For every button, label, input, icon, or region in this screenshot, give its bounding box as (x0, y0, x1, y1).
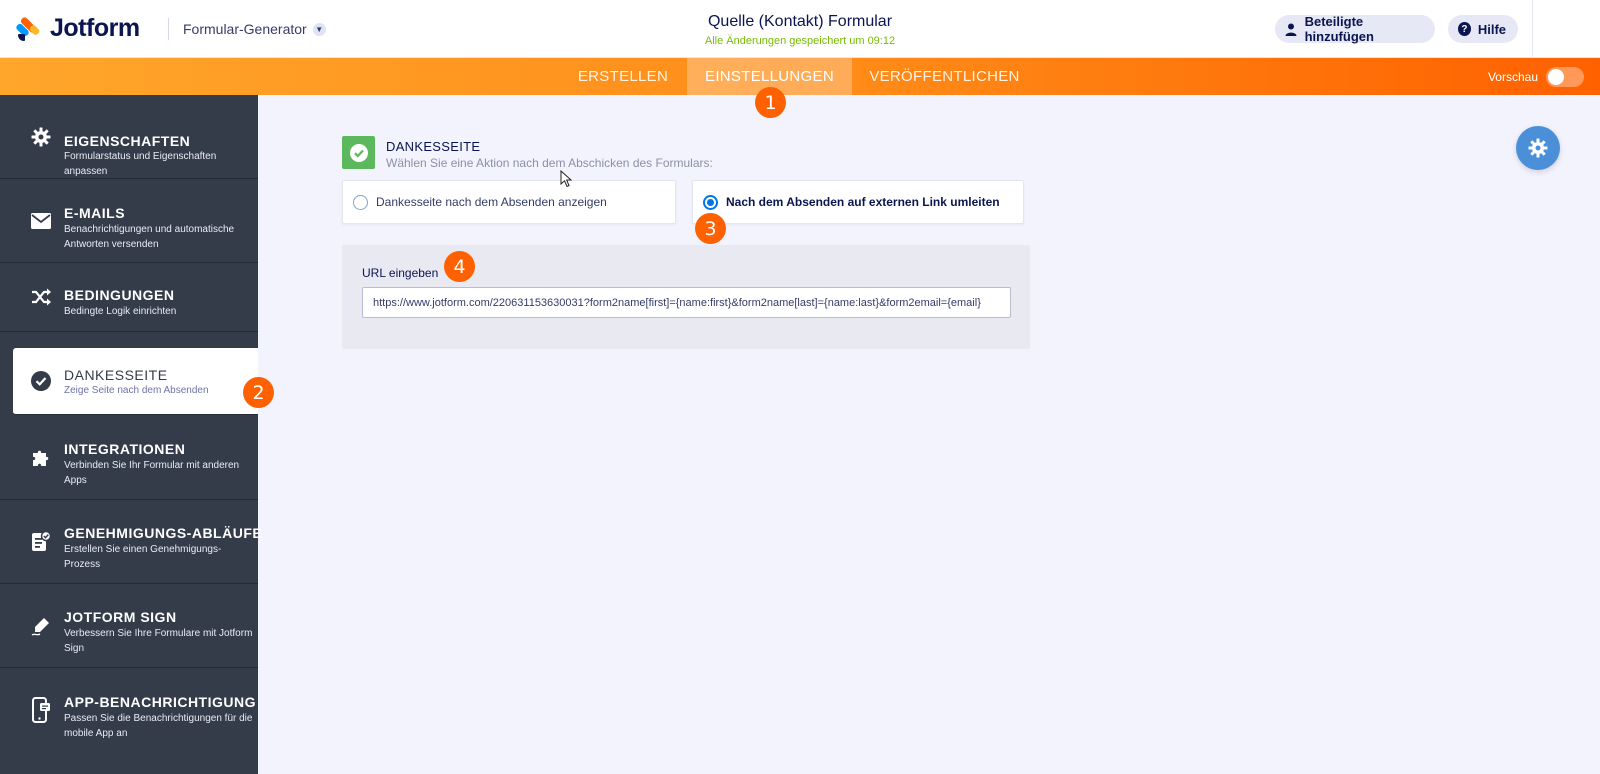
user-icon (1285, 22, 1298, 36)
sidebar-item-title: GENEHMIGUNGS-ABLÄUFE (64, 525, 263, 541)
step-badge-3: 3 (695, 213, 726, 244)
puzzle-icon (30, 447, 52, 469)
radio-redirect-external-link[interactable] (703, 194, 718, 210)
jotform-logo[interactable]: Jotform (15, 14, 140, 43)
form-title[interactable]: Quelle (Kontakt) Formular (600, 13, 1000, 31)
settings-gear-button[interactable] (1516, 126, 1560, 170)
sidebar-item-desc: Benachrichtigungen und automatische Antw… (64, 224, 235, 250)
sidebar-item-approvals[interactable]: GENEHMIGUNGS-ABLÄUFE Erstellen Sie einen… (0, 500, 262, 584)
phone-icon (30, 697, 52, 723)
add-participants-label: Beteiligte hinzufügen (1304, 14, 1374, 44)
section-title: DANKESSEITE (386, 139, 481, 154)
chevron-down-icon: ▼ (312, 22, 326, 36)
sidebar-item-desc: Zeige Seite nach dem Absenden (64, 385, 209, 396)
header-right-divider (1532, 0, 1533, 58)
sidebar-item-title: EIGENSCHAFTEN (64, 133, 191, 149)
gear-icon (30, 126, 52, 148)
sidebar-item-conditions[interactable]: BEDINGUNGEN Bedingte Logik einrichten (0, 263, 258, 332)
sidebar-item-app-notifications[interactable]: APP-BENACHRICHTIGUNG Passen Sie die Bena… (0, 668, 258, 752)
mouse-cursor-icon (560, 170, 572, 188)
check-circle-icon (30, 370, 52, 392)
option-redirect-external-link[interactable]: Nach dem Absenden auf externen Link umle… (692, 180, 1024, 224)
option-label: Nach dem Absenden auf externen Link umle… (726, 195, 1000, 209)
sidebar-item-properties[interactable]: EIGENSCHAFTEN Formularstatus und Eigensc… (0, 95, 258, 179)
thankyou-section-icon (342, 136, 375, 169)
sidebar-item-title: INTEGRATIONEN (64, 441, 186, 457)
section-subtitle: Wählen Sie eine Aktion nach dem Abschick… (386, 156, 713, 170)
tab-publish[interactable]: VERÖFFENTLICHEN (852, 58, 1037, 95)
option-label: Dankesseite nach dem Absenden anzeigen (376, 195, 607, 209)
sidebar-item-desc: Formularstatus und Eigenschaften anpasse… (64, 151, 217, 177)
preview-toggle-group: Vorschau (1488, 58, 1584, 95)
url-input[interactable]: https://www.jotform.com/220631153630031?… (362, 287, 1011, 318)
preview-toggle[interactable] (1546, 66, 1584, 87)
sidebar-item-thankyou[interactable]: DANKESSEITE Zeige Seite nach dem Absende… (13, 348, 258, 415)
sidebar-item-jotform-sign[interactable]: JOTFORM SIGN Verbessern Sie Ihre Formula… (0, 584, 258, 668)
help-label: Hilfe (1477, 21, 1506, 37)
sidebar-item-desc: Verbessern Sie Ihre Formulare mit Jotfor… (64, 628, 253, 654)
sidebar-item-desc: Bedingte Logik einrichten (64, 306, 177, 317)
settings-sidebar: EIGENSCHAFTEN Formularstatus und Eigensc… (0, 95, 262, 774)
shuffle-icon (30, 286, 52, 308)
builder-nav: ERSTELLEN EINSTELLUNGEN VERÖFFENTLICHEN … (0, 58, 1600, 95)
add-participants-button[interactable]: Beteiligte hinzufügen (1275, 14, 1435, 44)
sidebar-item-emails[interactable]: E-MAILS Benachrichtigungen und automatis… (0, 179, 258, 263)
preview-label: Vorschau (1487, 69, 1538, 84)
step-badge-1: 1 (755, 87, 786, 118)
jotform-logo-icon (15, 15, 42, 43)
sidebar-item-desc: Verbinden Sie Ihr Formular mit anderen A… (64, 460, 240, 486)
step-badge-4: 4 (444, 251, 475, 282)
sidebar-item-title: DANKESSEITE (64, 367, 168, 383)
radio-show-thankyou-page[interactable] (353, 194, 368, 210)
save-status: Alle Änderungen gespeichert um 09:12 (704, 35, 896, 47)
sidebar-item-integrations[interactable]: INTEGRATIONEN Verbinden Sie Ihr Formular… (0, 416, 258, 500)
help-button[interactable]: ? Hilfe (1448, 15, 1518, 43)
logo-text: Jotform (50, 14, 140, 42)
pen-icon (30, 615, 52, 637)
header-divider (168, 18, 169, 40)
top-header: Jotform Formular-Generator ▼ Quelle (Kon… (0, 0, 1600, 58)
gear-icon (1528, 138, 1548, 158)
approval-icon (30, 530, 52, 553)
sidebar-item-desc: Passen Sie die Benachrichtigungen für di… (64, 713, 253, 739)
url-label: URL eingeben (362, 266, 439, 280)
sidebar-item-title: JOTFORM SIGN (64, 609, 177, 625)
sidebar-item-title: APP-BENACHRICHTIGUNG (64, 694, 256, 710)
sidebar-item-title: BEDINGUNGEN (64, 287, 175, 303)
sidebar-item-title: E-MAILS (64, 205, 126, 221)
step-badge-2: 2 (243, 377, 274, 408)
tab-build[interactable]: ERSTELLEN (568, 58, 678, 95)
question-icon: ? (1458, 22, 1471, 36)
builder-dropdown[interactable]: Formular-Generator ▼ (183, 21, 326, 37)
envelope-icon (30, 210, 52, 232)
sidebar-item-desc: Erstellen Sie einen Genehmigungs-Prozess (64, 544, 222, 570)
option-show-thankyou-page[interactable]: Dankesseite nach dem Absenden anzeigen (342, 180, 676, 224)
builder-label: Formular-Generator (183, 21, 307, 37)
